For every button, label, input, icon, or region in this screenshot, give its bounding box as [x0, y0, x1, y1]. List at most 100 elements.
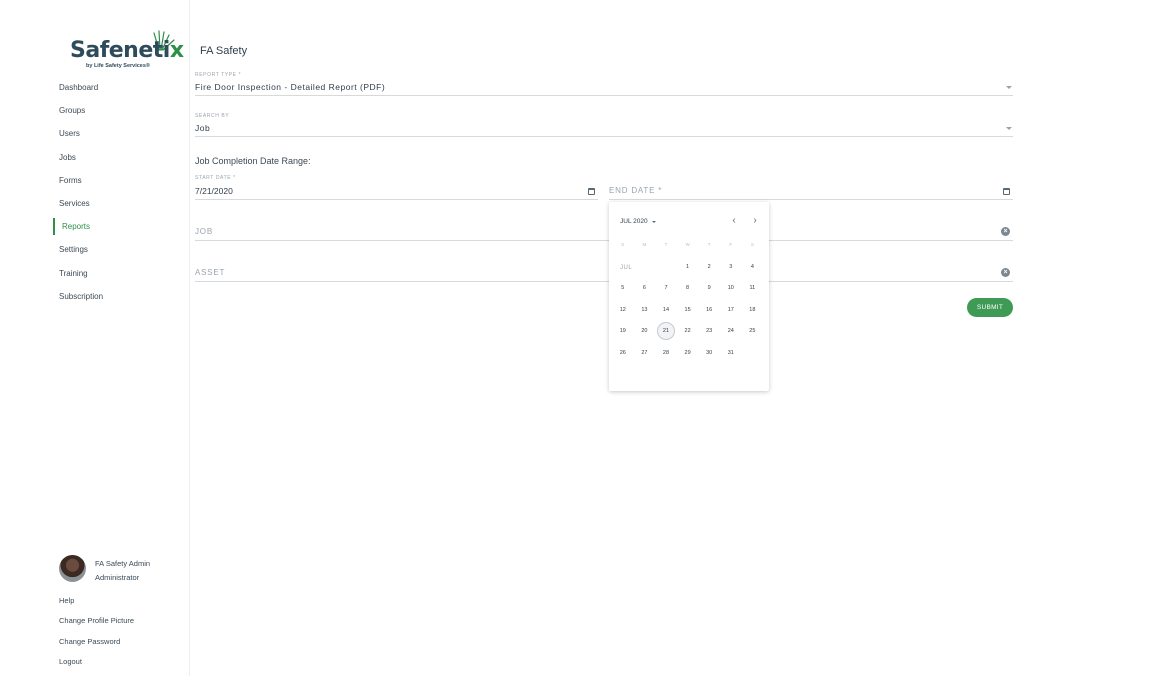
start-date-value: 7/21/2020	[195, 186, 233, 196]
calendar-day[interactable]: 7	[655, 278, 677, 300]
calendar-day-number: 3	[729, 263, 733, 270]
calendar-day-number: 18	[749, 306, 756, 313]
chevron-left-icon[interactable]: ‹	[728, 215, 740, 226]
calendar-day[interactable]: 8	[677, 278, 699, 300]
change-profile-picture-link[interactable]: Change Profile Picture	[59, 611, 134, 632]
account-links: Help Change Profile Picture Change Passw…	[59, 590, 134, 672]
weekday-label: S	[621, 242, 625, 247]
submit-button[interactable]: SUBMIT	[967, 298, 1013, 317]
job-field[interactable]: JOB ×	[195, 215, 1013, 241]
calendar-day[interactable]: 24	[720, 321, 742, 343]
search-by-select[interactable]: SEARCH BY Job	[195, 111, 1013, 137]
calendar-day[interactable]: 23	[698, 321, 720, 343]
brand-tagline: by Life Safety Services®	[86, 63, 150, 69]
clear-icon[interactable]: ×	[1001, 227, 1010, 236]
avatar[interactable]	[59, 555, 86, 582]
calendar-day[interactable]: 2	[698, 256, 720, 278]
calendar-day-number: 22	[684, 328, 691, 335]
calendar-day[interactable]: 29	[677, 342, 699, 364]
calendar-week-row: 19 20 21 22 23 24 25	[612, 321, 763, 343]
calendar-day[interactable]: 16	[698, 299, 720, 321]
calendar-day[interactable]: 1	[677, 256, 699, 278]
weekday-label: S	[750, 242, 754, 247]
end-date-field[interactable]: END DATE *	[609, 175, 1013, 200]
calendar-day[interactable]: 5	[612, 278, 634, 300]
calendar-day[interactable]: 20	[634, 321, 656, 343]
calendar-day-number: 9	[707, 285, 711, 292]
calendar-icon[interactable]	[588, 188, 595, 195]
user-name: FA Safety Admin	[95, 559, 151, 568]
calendar-day[interactable]: 27	[634, 342, 656, 364]
calendar-day[interactable]: 3	[720, 256, 742, 278]
brand-wordmark: Safenetix	[70, 38, 184, 63]
weekday-label: T	[707, 242, 711, 247]
calendar-day[interactable]: 14	[655, 299, 677, 321]
calendar-day[interactable]: 21	[655, 321, 677, 343]
calendar-day-number: 15	[684, 306, 691, 313]
calendar-day[interactable]: 19	[612, 321, 634, 343]
calendar-day-number: 6	[642, 285, 646, 292]
calendar-day[interactable]: 4	[742, 256, 764, 278]
weekday-label: W	[685, 242, 690, 247]
calendar-day-number: 31	[727, 349, 734, 356]
calendar-day[interactable]: 15	[677, 299, 699, 321]
calendar-day[interactable]: 31	[720, 342, 742, 364]
logout-link[interactable]: Logout	[59, 652, 134, 673]
sidebar-item-reports[interactable]: Reports	[53, 215, 189, 238]
sidebar: Safenetix by Life Safety Services® Dashb…	[0, 0, 190, 676]
start-date-field[interactable]: START DATE * 7/21/2020	[195, 175, 598, 200]
calendar-empty-cell	[612, 256, 634, 278]
report-type-select[interactable]: REPORT TYPE * Fire Door Inspection - Det…	[195, 70, 1013, 96]
calendar-day-number: 5	[621, 285, 625, 292]
help-link[interactable]: Help	[59, 590, 134, 611]
sidebar-nav: Dashboard Groups Users Jobs Forms Servic…	[53, 76, 189, 308]
month-year-selector[interactable]: JUL 2020	[620, 218, 656, 225]
calendar-day[interactable]: 30	[698, 342, 720, 364]
calendar-day-number: 1	[686, 263, 690, 270]
calendar-day[interactable]: 9	[698, 278, 720, 300]
calendar-day[interactable]: 17	[720, 299, 742, 321]
change-password-link[interactable]: Change Password	[59, 631, 134, 652]
calendar-day[interactable]: 18	[742, 299, 764, 321]
calendar-day[interactable]: 26	[612, 342, 634, 364]
weekday-label: T	[664, 242, 668, 247]
clear-icon[interactable]: ×	[1001, 268, 1010, 277]
sidebar-item-training[interactable]: Training	[53, 262, 189, 285]
search-by-value: Job	[195, 123, 211, 133]
chevron-right-icon[interactable]: ›	[749, 215, 761, 226]
calendar-day[interactable]: 13	[634, 299, 656, 321]
calendar-icon[interactable]	[1003, 188, 1010, 195]
sidebar-item-groups[interactable]: Groups	[53, 99, 189, 122]
sidebar-item-jobs[interactable]: Jobs	[53, 146, 189, 169]
sidebar-item-subscription[interactable]: Subscription	[53, 285, 189, 308]
sidebar-item-dashboard[interactable]: Dashboard	[53, 76, 189, 99]
safenetix-logo[interactable]: Safenetix by Life Safety Services®	[60, 30, 184, 75]
sidebar-item-settings[interactable]: Settings	[53, 238, 189, 261]
calendar-day[interactable]: 12	[612, 299, 634, 321]
sidebar-item-services[interactable]: Services	[53, 192, 189, 215]
calendar-day-number: 29	[684, 349, 691, 356]
calendar-day[interactable]: 22	[677, 321, 699, 343]
calendar-day[interactable]: 10	[720, 278, 742, 300]
calendar-day-number: 26	[619, 349, 626, 356]
month-year-label: JUL 2020	[620, 218, 648, 225]
calendar-grid: 1 2 3 4 5 6 7 8 9 10 11 12 13 14 15 16 17 18 19 20 21 22 23 24 2…	[612, 256, 763, 364]
calendar-day[interactable]: 25	[742, 321, 764, 343]
calendar-day[interactable]: 11	[742, 278, 764, 300]
report-type-value: Fire Door Inspection - Detailed Report (…	[195, 82, 386, 92]
calendar-day[interactable]: 28	[655, 342, 677, 364]
date-range-label: Job Completion Date Range:	[195, 156, 311, 166]
report-type-label: REPORT TYPE *	[195, 72, 242, 78]
calendar-day[interactable]: 6	[634, 278, 656, 300]
calendar-day-number: 27	[641, 349, 648, 356]
sidebar-item-forms[interactable]: Forms	[53, 169, 189, 192]
calendar-day-number: 12	[619, 306, 626, 313]
start-date-label: START DATE *	[195, 175, 236, 181]
date-picker-popup: JUL 2020 ‹ › S M T W T F S JUL 123456789…	[609, 202, 769, 391]
calendar-day-number: 4	[750, 263, 754, 270]
asset-field[interactable]: ASSET ×	[195, 256, 1013, 282]
sidebar-item-users[interactable]: Users	[53, 122, 189, 145]
calendar-empty-cell	[742, 342, 764, 364]
calendar-week-row: 1 2 3 4	[612, 256, 763, 278]
page-title: FA Safety	[200, 45, 248, 57]
